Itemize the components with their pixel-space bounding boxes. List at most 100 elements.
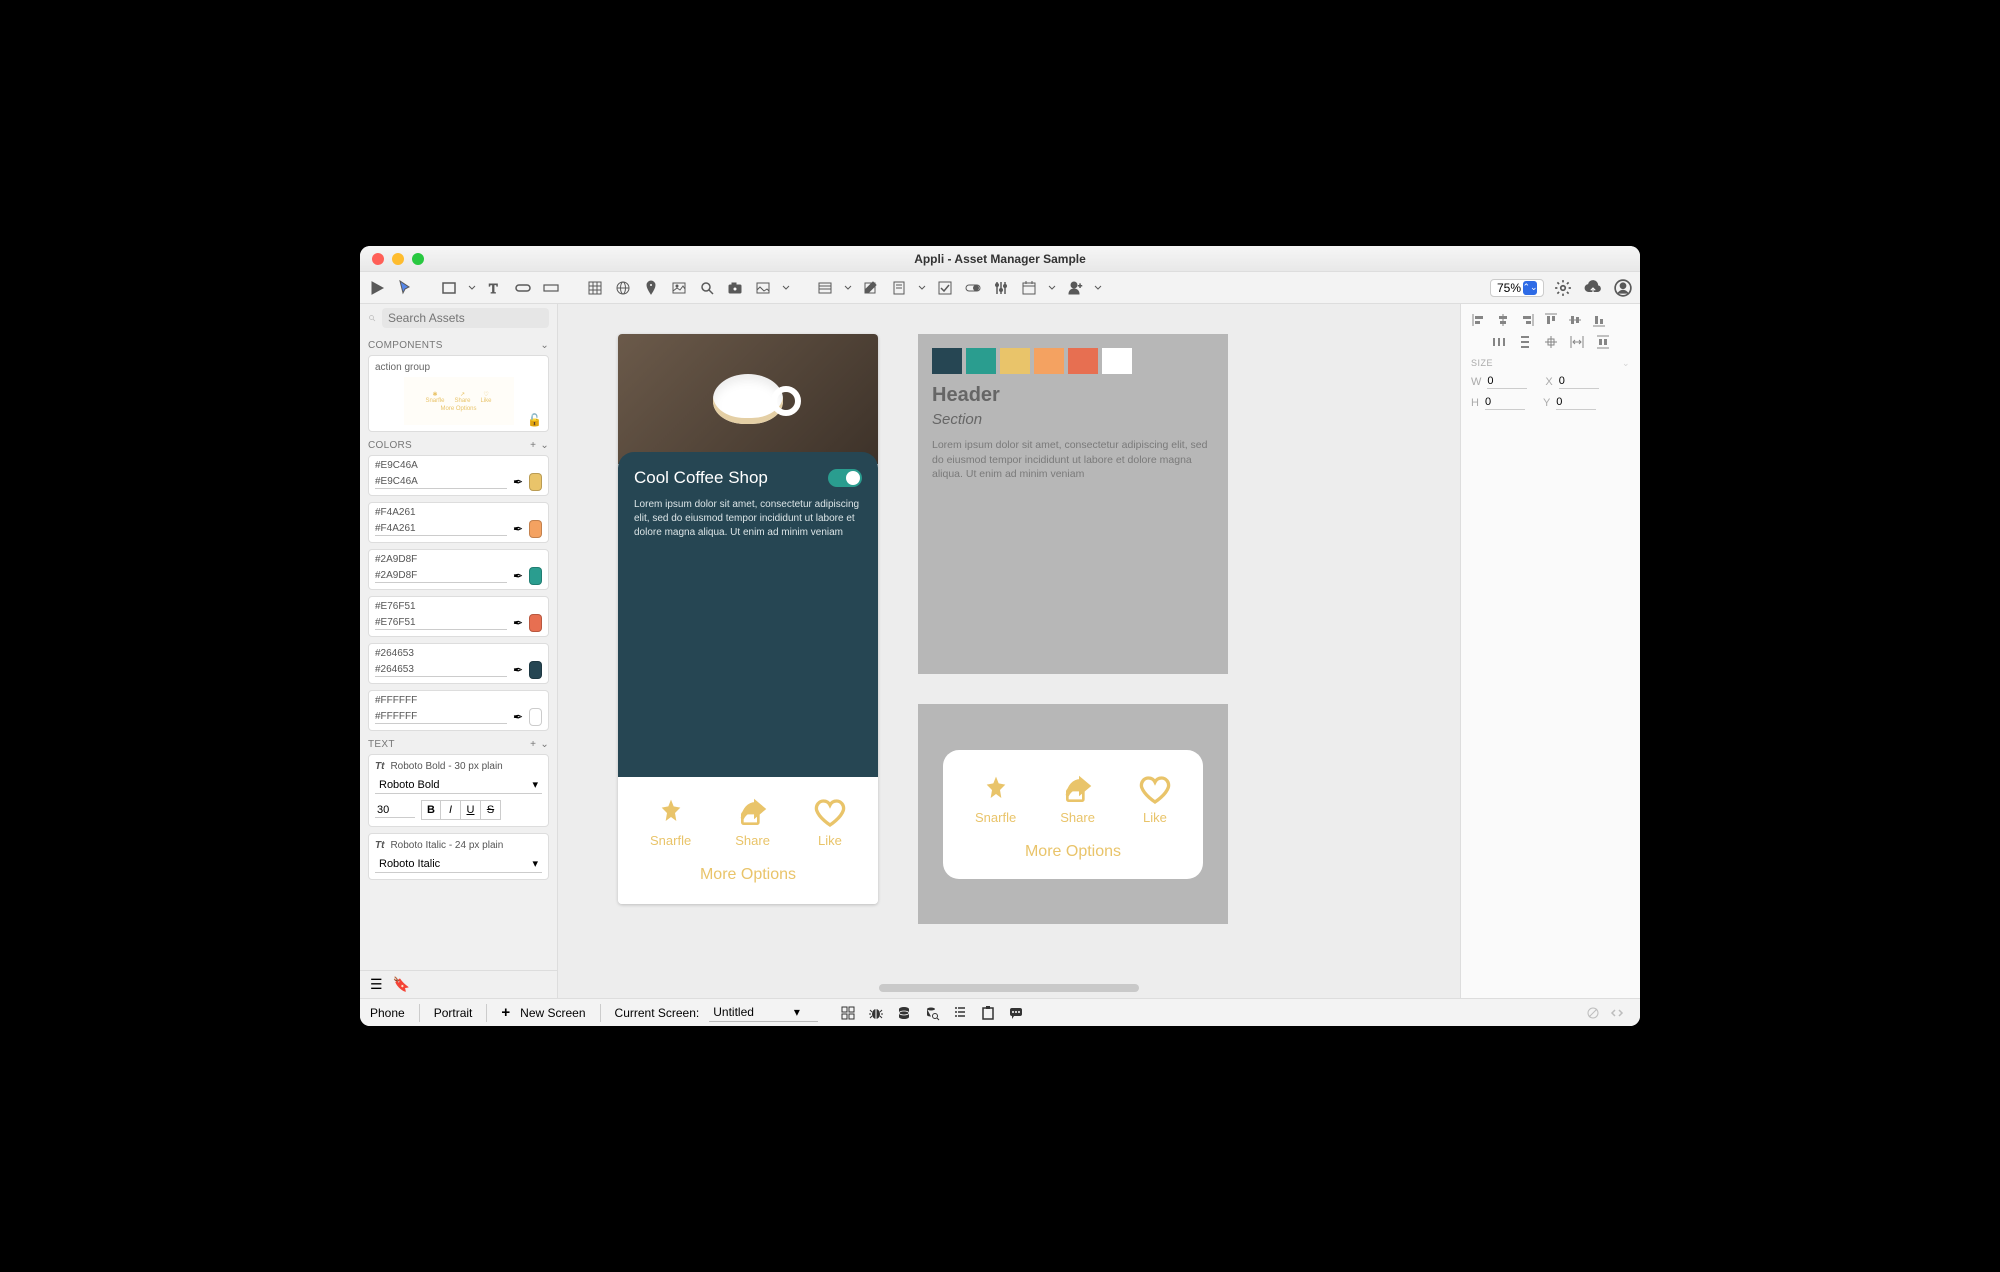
- italic-button[interactable]: I: [441, 800, 461, 820]
- zoom-selector[interactable]: 75% ⌃⌄: [1490, 279, 1544, 297]
- spacing-v-icon[interactable]: [1595, 334, 1611, 350]
- color-hex-input[interactable]: [375, 475, 507, 489]
- snarfle-action[interactable]: Snarfle: [975, 774, 1016, 825]
- block-icon[interactable]: [1586, 1006, 1600, 1020]
- y-input[interactable]: [1556, 395, 1596, 410]
- add-text-icon[interactable]: +: [530, 739, 536, 750]
- form-icon[interactable]: [890, 279, 908, 297]
- color-hex-input[interactable]: [375, 569, 507, 583]
- search-icon[interactable]: [698, 279, 716, 297]
- pin-icon[interactable]: [642, 279, 660, 297]
- like-action[interactable]: Like: [1139, 774, 1171, 825]
- color-row[interactable]: #2A9D8F ✒︎: [368, 549, 549, 590]
- font-size-input[interactable]: [375, 803, 415, 818]
- align-right-icon[interactable]: [1519, 312, 1535, 328]
- component-card[interactable]: action group ✱Snarfle ↗Share ♡Like More …: [368, 355, 549, 432]
- more-options[interactable]: More Options: [953, 843, 1193, 861]
- font-selector[interactable]: Roboto Bold▾: [375, 776, 542, 794]
- rectangle-icon[interactable]: [440, 279, 458, 297]
- toggle-icon[interactable]: [964, 279, 982, 297]
- color-hex-input[interactable]: [375, 616, 507, 630]
- chevron-down-icon[interactable]: [1094, 279, 1102, 297]
- code-icon[interactable]: [1610, 1006, 1624, 1020]
- share-action[interactable]: Share: [735, 797, 770, 848]
- gallery-icon[interactable]: [754, 279, 772, 297]
- align-top-icon[interactable]: [1543, 312, 1559, 328]
- snarfle-action[interactable]: Snarfle: [650, 797, 691, 848]
- distribute-v-icon[interactable]: [1517, 334, 1533, 350]
- orientation-label[interactable]: Portrait: [434, 1006, 473, 1020]
- db-search-icon[interactable]: [924, 1005, 940, 1021]
- list-view-icon[interactable]: ☰: [370, 976, 383, 993]
- table-icon[interactable]: [586, 279, 604, 297]
- pointer-icon[interactable]: [396, 279, 414, 297]
- chevron-down-icon[interactable]: [468, 279, 476, 297]
- collapse-icon[interactable]: ⌄: [540, 340, 549, 351]
- strike-button[interactable]: S: [481, 800, 501, 820]
- bug-icon[interactable]: [868, 1005, 884, 1021]
- camera-icon[interactable]: [726, 279, 744, 297]
- device-label[interactable]: Phone: [370, 1006, 405, 1020]
- clipboard-icon[interactable]: [980, 1005, 996, 1021]
- checkbox-icon[interactable]: [936, 279, 954, 297]
- color-swatch[interactable]: [529, 473, 542, 491]
- color-swatch[interactable]: [529, 567, 542, 585]
- more-options[interactable]: More Options: [628, 866, 868, 884]
- globe-icon[interactable]: [614, 279, 632, 297]
- canvas[interactable]: Cool Coffee Shop Lorem ipsum dolor sit a…: [558, 304, 1460, 998]
- toggle-switch[interactable]: [828, 469, 862, 487]
- align-center-h-icon[interactable]: [1495, 312, 1511, 328]
- center-icon[interactable]: [1543, 334, 1559, 350]
- chat-icon[interactable]: [1008, 1005, 1024, 1021]
- chevron-down-icon[interactable]: [782, 279, 790, 297]
- input-icon[interactable]: [542, 279, 560, 297]
- font-selector[interactable]: Roboto Italic▾: [375, 855, 542, 873]
- width-input[interactable]: [1487, 374, 1527, 389]
- color-swatch[interactable]: [529, 520, 542, 538]
- color-hex-input[interactable]: [375, 710, 507, 724]
- x-input[interactable]: [1559, 374, 1599, 389]
- horizontal-scrollbar[interactable]: [879, 984, 1139, 992]
- like-action[interactable]: Like: [814, 797, 846, 848]
- screen-coffee[interactable]: Cool Coffee Shop Lorem ipsum dolor sit a…: [618, 334, 878, 904]
- eyedropper-icon[interactable]: ✒︎: [513, 710, 523, 724]
- share-action[interactable]: Share: [1060, 774, 1095, 825]
- list-icon[interactable]: [816, 279, 834, 297]
- eyedropper-icon[interactable]: ✒︎: [513, 475, 523, 489]
- color-swatch[interactable]: [529, 661, 542, 679]
- artboard-actiongroup[interactable]: Snarfle Share Like More Options: [918, 704, 1228, 924]
- text-icon[interactable]: T: [486, 279, 504, 297]
- bookmark-icon[interactable]: 🔖: [393, 976, 410, 993]
- edit-icon[interactable]: [862, 279, 880, 297]
- gear-icon[interactable]: [1554, 279, 1572, 297]
- text-style-card[interactable]: Tt Roboto Italic - 24 px plain Roboto It…: [368, 833, 549, 880]
- artboard-styleguide[interactable]: Header Section Lorem ipsum dolor sit ame…: [918, 334, 1228, 674]
- distribute-h-icon[interactable]: [1491, 334, 1507, 350]
- eyedropper-icon[interactable]: ✒︎: [513, 569, 523, 583]
- color-row[interactable]: #E76F51 ✒︎: [368, 596, 549, 637]
- align-bottom-icon[interactable]: [1591, 312, 1607, 328]
- color-row[interactable]: #E9C46A ✒︎: [368, 455, 549, 496]
- chevron-down-icon[interactable]: [1048, 279, 1056, 297]
- align-center-v-icon[interactable]: [1567, 312, 1583, 328]
- text-style-card[interactable]: Tt Roboto Bold - 30 px plain Roboto Bold…: [368, 754, 549, 827]
- user-icon[interactable]: +: [1066, 279, 1084, 297]
- color-row[interactable]: #264653 ✒︎: [368, 643, 549, 684]
- grid-icon[interactable]: [840, 1005, 856, 1021]
- spacing-h-icon[interactable]: [1569, 334, 1585, 350]
- bold-button[interactable]: B: [421, 800, 441, 820]
- outline-icon[interactable]: [952, 1005, 968, 1021]
- cloud-upload-icon[interactable]: [1584, 279, 1602, 297]
- button-icon[interactable]: [514, 279, 532, 297]
- sliders-icon[interactable]: [992, 279, 1010, 297]
- collapse-icon[interactable]: ⌄: [540, 440, 549, 451]
- color-swatch[interactable]: [529, 708, 542, 726]
- chevron-down-icon[interactable]: [918, 279, 926, 297]
- play-icon[interactable]: [368, 279, 386, 297]
- color-hex-input[interactable]: [375, 663, 507, 677]
- collapse-icon[interactable]: ⌄: [540, 739, 549, 750]
- eyedropper-icon[interactable]: ✒︎: [513, 616, 523, 630]
- image-icon[interactable]: [670, 279, 688, 297]
- color-row[interactable]: #F4A261 ✒︎: [368, 502, 549, 543]
- database-icon[interactable]: [896, 1005, 912, 1021]
